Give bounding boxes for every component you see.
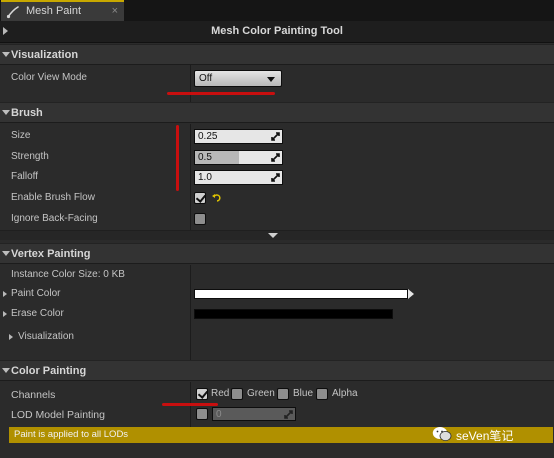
watermark: seVen笔记 [432,426,536,443]
details-panel: Visualization Color View Mode Off Brush … [0,43,554,458]
strength-label: Strength [11,151,49,162]
falloff-value: 1.0 [198,172,212,183]
tool-header: Mesh Color Painting Tool [0,21,554,43]
drag-handle-icon[interactable] [271,153,280,162]
section-title: Color Painting [11,365,87,377]
row-falloff: Falloff 1.0 [0,167,554,187]
tab-label: Mesh Paint [26,5,82,17]
section-color-painting[interactable]: Color Painting [0,360,554,381]
channel-green-label: Green [247,388,275,399]
erase-color-swatch[interactable] [194,309,393,319]
drag-handle-icon[interactable] [271,132,280,141]
row-instance-color-size: Instance Color Size: 0 KB [0,265,554,285]
color-view-mode-label: Color View Mode [11,72,87,83]
strength-value: 0.5 [198,152,212,163]
section-title: Visualization [11,49,79,61]
row-size: Size 0.25 [0,126,554,146]
paintbrush-icon [6,6,19,19]
lod-model-painting-label: LOD Model Painting [11,409,105,421]
tab-mesh-paint[interactable]: Mesh Paint × [1,0,124,21]
annotation-underline [162,403,218,406]
reset-to-default-icon[interactable] [212,193,222,203]
row-ignore-back-facing: Ignore Back-Facing [0,209,554,229]
row-strength: Strength 0.5 [0,147,554,167]
section-vertex-painting[interactable]: Vertex Painting [0,243,554,264]
channel-red-label: Red [211,388,230,399]
annotation-bracket [176,125,179,191]
channel-alpha-checkbox[interactable] [316,388,328,400]
expand-arrow-icon[interactable] [9,334,13,340]
falloff-label: Falloff [11,171,39,182]
collapse-arrow-icon[interactable] [2,110,10,115]
ignore-back-facing-checkbox[interactable] [194,213,206,225]
paint-color-label: Paint Color [11,288,61,299]
collapse-arrow-icon[interactable] [2,251,10,256]
wechat-logo-icon [432,427,452,441]
size-field[interactable]: 0.25 [194,129,283,144]
falloff-field[interactable]: 1.0 [194,170,283,185]
annotation-underline [167,92,275,95]
collapse-arrow-icon[interactable] [2,368,10,373]
section-title: Vertex Painting [11,248,91,260]
channel-alpha-label: Alpha [332,388,358,399]
chevron-down-icon[interactable] [268,233,278,238]
column-divider[interactable] [190,65,191,102]
channel-blue-label: Blue [293,388,314,399]
watermark-text: seVen笔记 [456,429,514,443]
lod-index-value: 0 [216,409,222,420]
section-visualization[interactable]: Visualization [0,44,554,65]
color-picker-icon[interactable] [408,289,415,299]
vertex-visualization-label: Visualization [18,331,74,342]
instance-color-size-text: Instance Color Size: 0 KB [11,269,125,280]
enable-brush-flow-label: Enable Brush Flow [11,192,95,203]
row-paint-color: Paint Color [0,284,554,304]
tool-title: Mesh Color Painting Tool [211,25,343,37]
section-title: Brush [11,107,43,119]
color-view-mode-dropdown[interactable]: Off [194,70,282,87]
enable-brush-flow-checkbox[interactable] [194,192,206,204]
row-vertex-visualization[interactable]: Visualization [0,327,554,347]
section-brush[interactable]: Brush [0,102,554,123]
notice-text: Paint is applied to all LODs [14,429,129,440]
advanced-expander[interactable] [0,230,554,240]
channel-red-checkbox[interactable] [196,388,208,400]
lod-index-field[interactable]: 0 [212,407,296,421]
collapse-arrow-icon[interactable] [2,52,10,57]
close-icon[interactable]: × [112,5,118,17]
channel-blue-checkbox[interactable] [277,388,289,400]
erase-color-label: Erase Color [11,308,64,319]
row-channels: Channels Red Green Blue Alpha [0,385,554,405]
tab-bar: Mesh Paint × [0,0,554,21]
row-color-view-mode: Color View Mode Off [0,68,554,88]
column-divider[interactable] [190,124,191,230]
channels-label: Channels [11,389,56,401]
column-divider[interactable] [190,265,191,360]
chevron-down-icon [267,77,275,82]
row-erase-color: Erase Color [0,304,554,324]
size-label: Size [11,130,31,141]
row-enable-brush-flow: Enable Brush Flow [0,188,554,208]
row-lod-model-painting: LOD Model Painting 0 [0,405,554,425]
channel-green-checkbox[interactable] [231,388,243,400]
expand-arrow-icon[interactable] [3,291,7,297]
strength-field[interactable]: 0.5 [194,150,283,165]
size-value: 0.25 [198,131,218,142]
dropdown-value: Off [199,73,213,84]
drag-handle-icon[interactable] [284,410,293,419]
expand-arrow-icon[interactable] [3,311,7,317]
paint-color-swatch[interactable] [194,289,408,299]
lod-model-painting-checkbox[interactable] [196,408,208,420]
drag-handle-icon[interactable] [271,173,280,182]
ignore-back-facing-label: Ignore Back-Facing [11,213,98,224]
